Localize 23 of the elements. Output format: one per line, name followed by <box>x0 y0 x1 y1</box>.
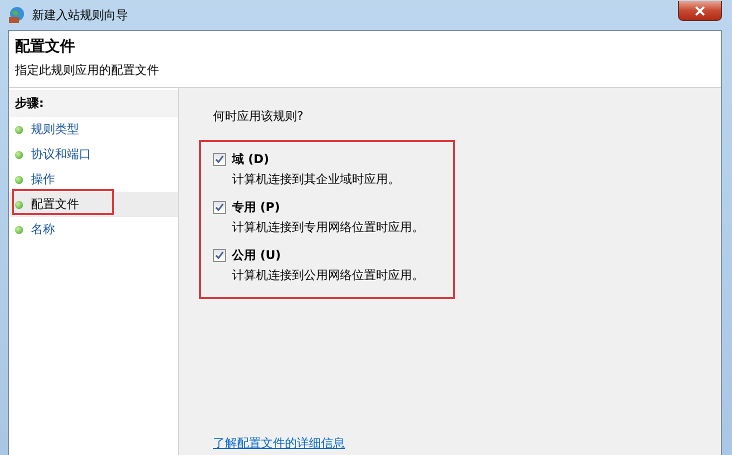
globe-icon <box>8 6 26 24</box>
option-label: 专用 (P) <box>232 199 281 216</box>
steps-heading: 步骤: <box>9 90 178 117</box>
option-description: 计算机连接到公用网络位置时应用。 <box>232 267 424 284</box>
close-button[interactable] <box>678 1 722 21</box>
checkbox[interactable] <box>213 201 226 214</box>
step-item[interactable]: 名称 <box>9 217 178 242</box>
page-title: 配置文件 <box>15 37 76 56</box>
checkbox[interactable] <box>213 153 226 166</box>
option-description: 计算机连接到其企业域时应用。 <box>232 171 400 188</box>
window-title: 新建入站规则向导 <box>32 6 128 24</box>
checkbox[interactable] <box>213 249 226 262</box>
step-item[interactable]: 规则类型 <box>9 117 178 142</box>
step-item[interactable]: 操作 <box>9 167 178 192</box>
page-subtitle: 指定此规则应用的配置文件 <box>15 62 160 79</box>
option-label: 域 (D) <box>232 151 270 168</box>
question-text: 何时应用该规则? <box>213 108 304 125</box>
step-item[interactable]: 配置文件 <box>9 192 178 217</box>
step-item[interactable]: 协议和端口 <box>9 142 178 167</box>
option-label: 公用 (U) <box>232 247 282 264</box>
details-link[interactable]: 了解配置文件的详细信息 <box>213 435 345 452</box>
close-icon <box>695 6 705 16</box>
option-description: 计算机连接到专用网络位置时应用。 <box>232 219 424 236</box>
